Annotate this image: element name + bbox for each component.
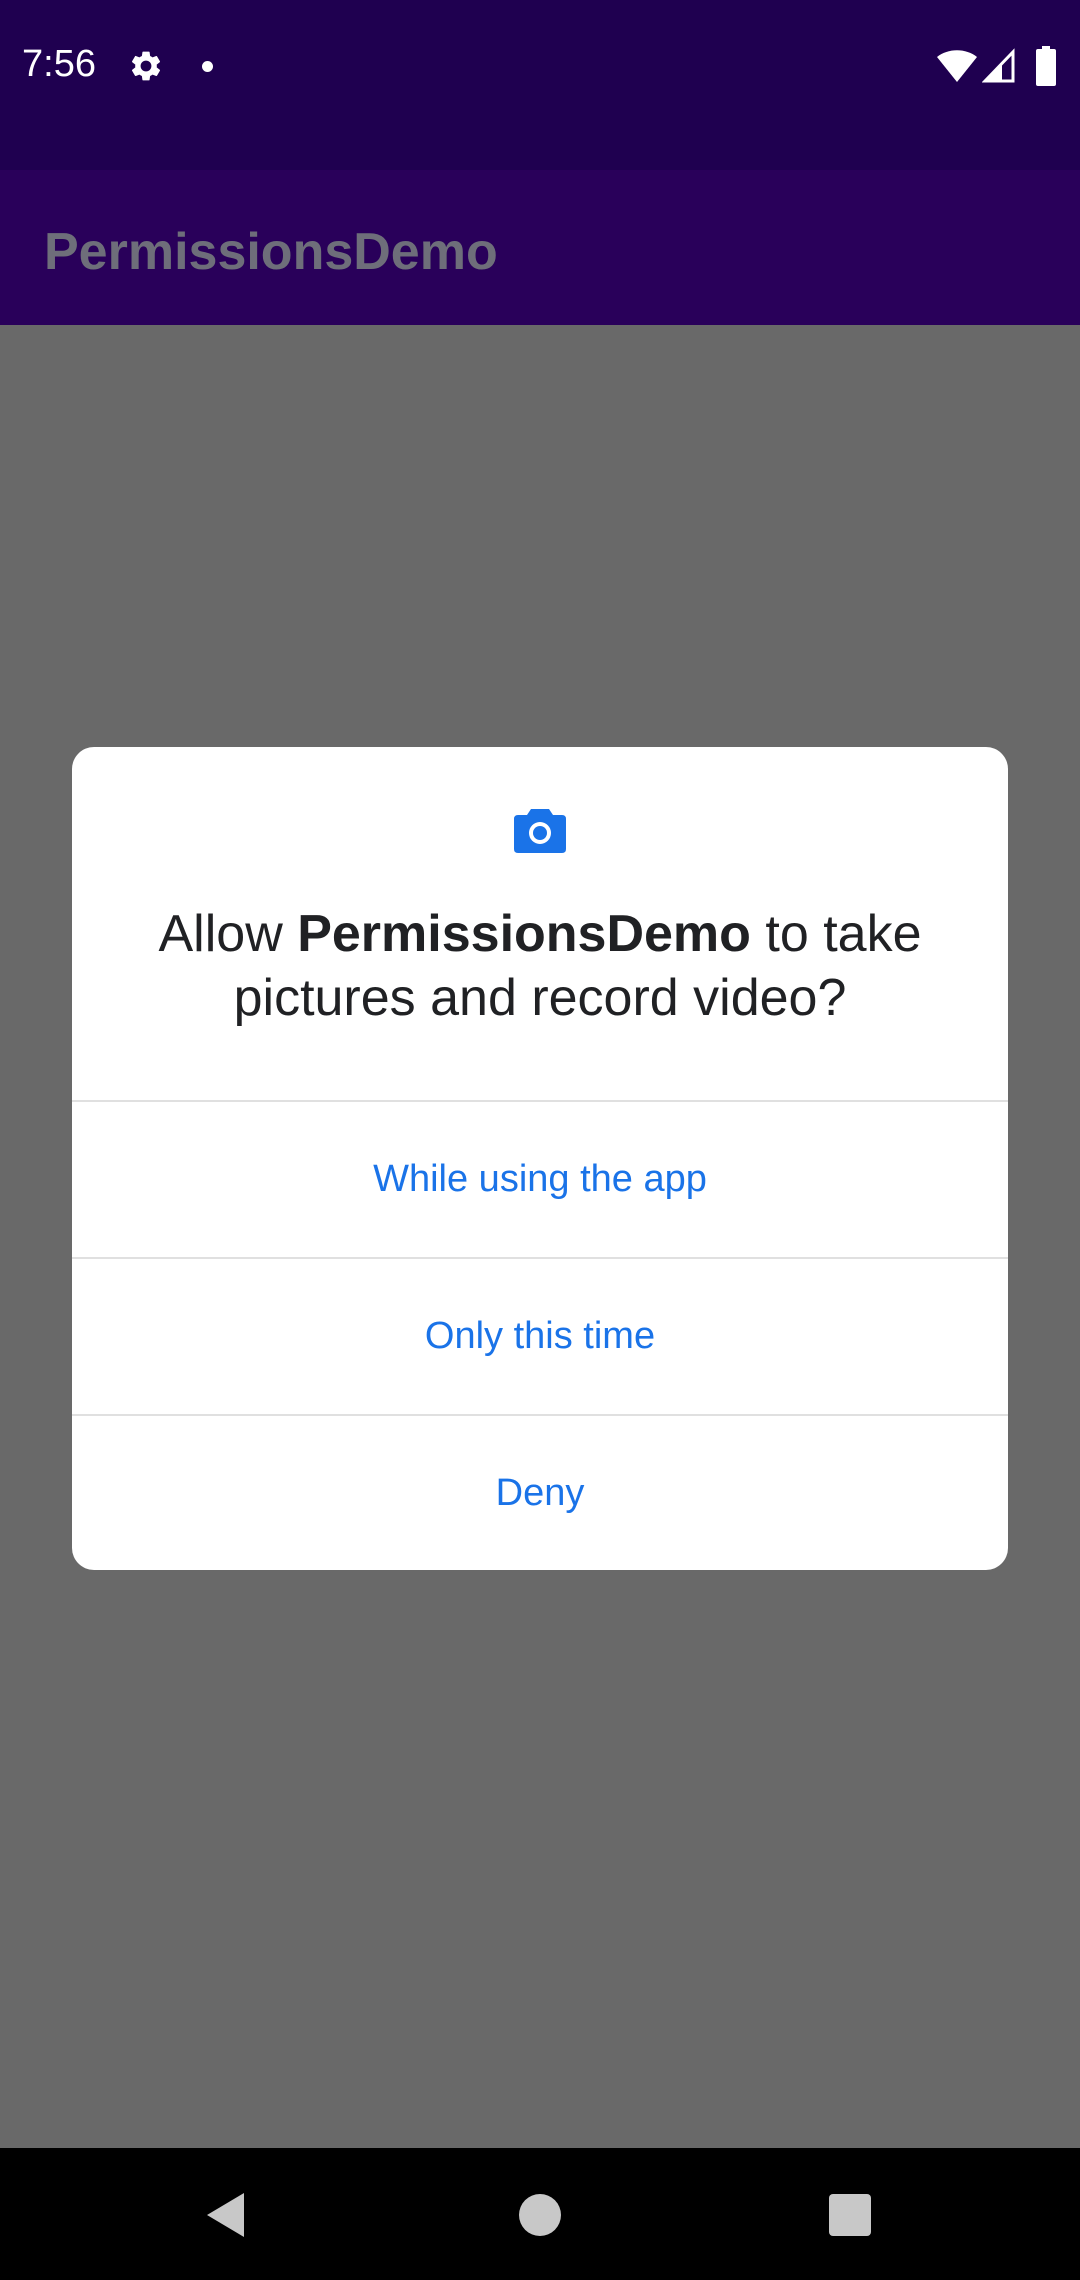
message-prefix: Allow — [158, 905, 298, 963]
notification-dot-icon — [202, 61, 213, 72]
battery-icon — [1036, 46, 1056, 86]
while-using-app-button[interactable]: While using the app — [72, 1102, 1008, 1257]
navigation-bar — [0, 2148, 1080, 2280]
deny-button[interactable]: Deny — [72, 1416, 1008, 1570]
app-title: PermissionsDemo — [44, 223, 498, 281]
permission-dialog: Allow PermissionsDemo to take pictures a… — [72, 747, 1008, 1570]
recents-icon[interactable] — [829, 2194, 871, 2236]
signal-icon — [982, 48, 1015, 83]
back-icon[interactable] — [204, 2191, 248, 2239]
app-name: PermissionsDemo — [297, 905, 751, 963]
status-time: 7:56 — [22, 43, 96, 85]
home-icon[interactable] — [519, 2194, 561, 2236]
dialog-message: Allow PermissionsDemo to take pictures a… — [112, 902, 968, 1030]
wifi-icon — [937, 50, 977, 82]
only-this-time-button[interactable]: Only this time — [72, 1259, 1008, 1414]
gear-icon — [131, 51, 161, 81]
camera-icon — [514, 809, 566, 853]
status-bar: 7:56 — [0, 0, 1080, 170]
app-bar: PermissionsDemo — [0, 170, 1080, 325]
